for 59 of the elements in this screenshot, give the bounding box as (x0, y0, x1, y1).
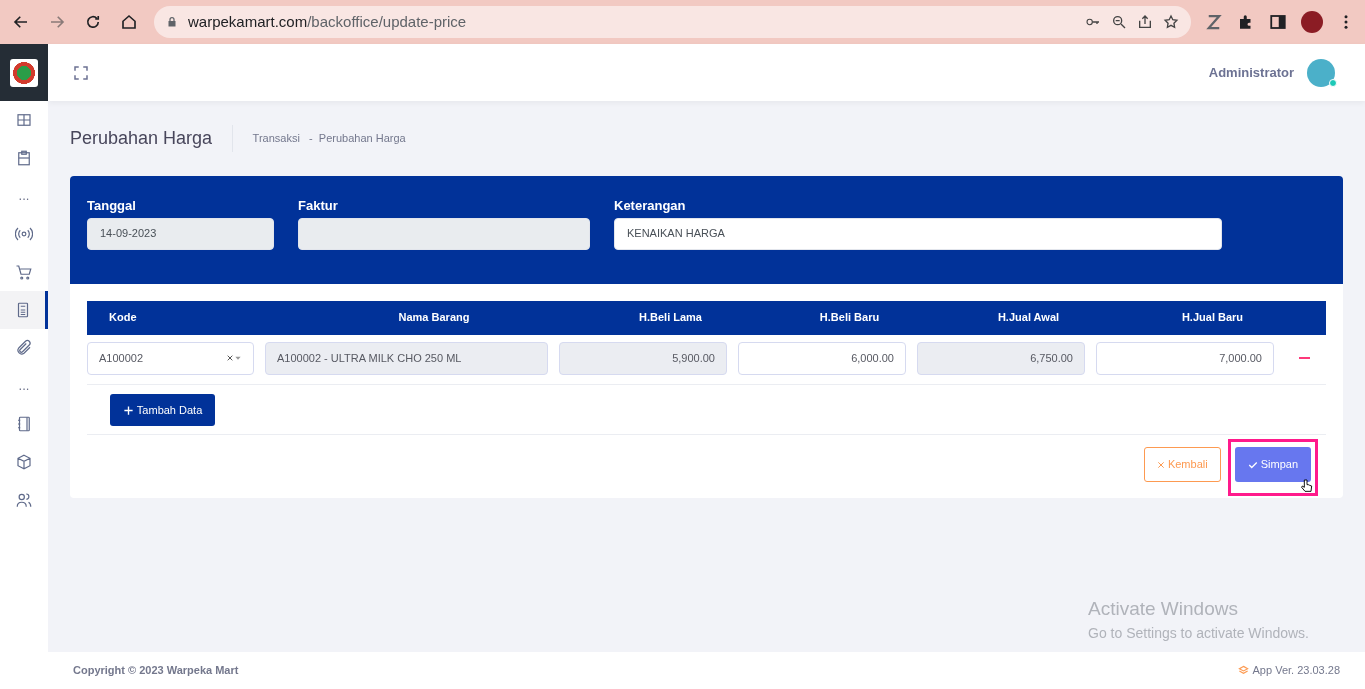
column-header: H.Jual Baru (1180, 310, 1245, 326)
code-select[interactable]: A100002 (87, 341, 254, 375)
box-icon (15, 453, 33, 471)
profile-avatar[interactable] (1301, 11, 1323, 33)
input-field[interactable] (298, 217, 590, 250)
input-field[interactable]: KENAIKAN HARGA (614, 217, 1222, 250)
field-label: Keterangan (614, 197, 687, 215)
version-text: App Ver. 23.03.28 (1252, 663, 1340, 679)
star-icon[interactable] (1163, 14, 1179, 30)
plus-icon (123, 405, 134, 417)
sidebar-item[interactable] (0, 291, 48, 329)
notebook-icon (15, 415, 33, 433)
layers-icon (1238, 665, 1250, 676)
column-header: H.Beli Lama (638, 310, 703, 326)
column-header: H.Jual Awal (996, 310, 1061, 326)
home-icon[interactable] (120, 13, 138, 31)
share-icon[interactable] (1137, 14, 1153, 30)
add-data-button[interactable]: Tambah Data (110, 393, 216, 426)
url-text: warpekamart.com/backoffice/update-price (188, 11, 467, 32)
input-field[interactable]: 14-09-2023 (87, 217, 274, 250)
clear-icon[interactable] (226, 354, 234, 362)
breadcrumb-text: Transaksi - Perubahan Harga (252, 131, 406, 147)
activation-notice-title: Activate Windows (1088, 596, 1239, 621)
column-header: Nama Barang (397, 310, 471, 326)
address-bar[interactable]: warpekamart.com/backoffice/update-price (154, 6, 1191, 38)
reload-icon[interactable] (84, 13, 102, 31)
forward-icon[interactable] (48, 13, 66, 31)
price-input[interactable]: 6,000.00 (738, 341, 906, 375)
sidebar-section-dots: ... (18, 377, 30, 396)
page-title: Perubahan Harga (70, 125, 234, 152)
column-header: H.Beli Baru (818, 310, 881, 326)
name-field[interactable]: A100002 - ULTRA MILK CHO 250 ML (265, 341, 548, 375)
price-field[interactable]: 5,900.00 (559, 341, 727, 375)
check-icon (1247, 460, 1258, 471)
broadcast-icon (15, 225, 33, 243)
users-icon (15, 491, 33, 509)
back-icon[interactable] (12, 13, 30, 31)
side-panel-icon[interactable] (1269, 13, 1287, 31)
select-value: A100002 (99, 350, 144, 366)
fullscreen-icon[interactable] (72, 63, 90, 82)
copyright-text: Copyright © 2023 Warpeka Mart (73, 663, 239, 679)
clipboard-icon (15, 149, 33, 167)
price-input[interactable]: 7,000.00 (1096, 341, 1274, 375)
field-label: Faktur (298, 197, 339, 215)
extension-letter-icon[interactable] (1205, 13, 1223, 31)
paperclip-icon (15, 339, 33, 357)
sidebar-section-dots: ... (18, 187, 30, 206)
logo-icon (10, 58, 38, 87)
field-label: Tanggal (87, 197, 137, 215)
price-field[interactable]: 6,750.00 (917, 341, 1085, 375)
grid-icon (15, 111, 33, 129)
cart-icon (15, 263, 33, 281)
user-name[interactable]: Administrator (1208, 62, 1294, 83)
save-button[interactable]: Simpan (1234, 447, 1311, 482)
column-header: Kode (109, 310, 138, 326)
close-icon (1156, 461, 1165, 470)
activation-notice-text: Go to Settings to activate Windows. (1088, 624, 1309, 643)
lock-icon (166, 15, 178, 29)
zoom-icon[interactable] (1111, 14, 1127, 30)
